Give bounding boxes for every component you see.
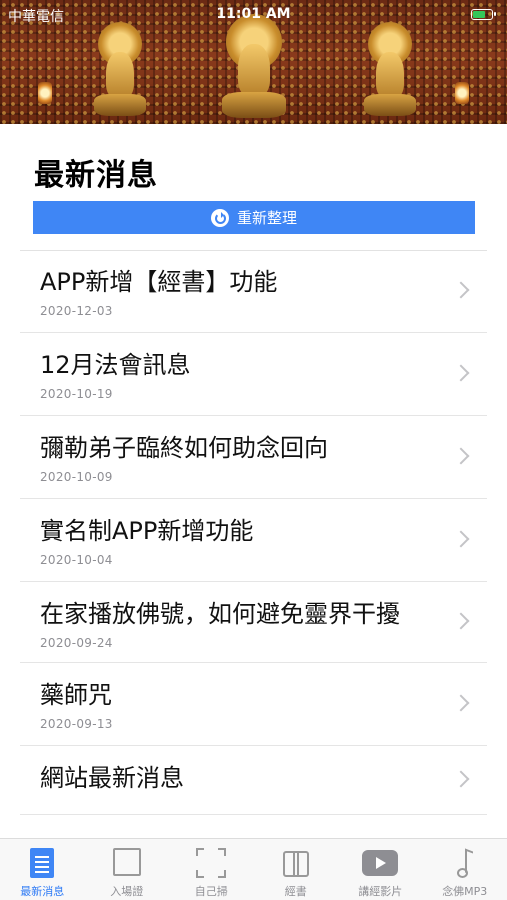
tab-chanting-mp3[interactable]: 念佛MP3	[423, 839, 507, 900]
tab-label: 講經影片	[358, 885, 403, 898]
chevron-right-icon	[452, 612, 470, 630]
left-statue-image	[92, 22, 148, 120]
video-icon	[362, 850, 399, 876]
news-item[interactable]: 藥師咒 2020-09-13	[20, 663, 487, 746]
refresh-button-label: 重新整理	[236, 210, 297, 227]
left-lamp	[38, 82, 52, 104]
news-item-title: 網站最新消息	[40, 764, 184, 792]
chevron-right-icon	[452, 364, 470, 382]
news-item-date: 2020-10-04	[40, 553, 113, 567]
news-item-title: 12月法會訊息	[40, 351, 191, 379]
tab-sermon-videos[interactable]: 講經影片	[338, 839, 423, 900]
news-item[interactable]: 彌勒弟子臨終如何助念回向 2020-10-09	[20, 416, 487, 499]
tab-label: 念佛MP3	[442, 885, 488, 898]
news-list: APP新增【經書】功能 2020-12-03 12月法會訊息 2020-10-1…	[20, 250, 487, 815]
chevron-right-icon	[452, 770, 470, 788]
news-item[interactable]: 12月法會訊息 2020-10-19	[20, 333, 487, 416]
news-item-title: 彌勒弟子臨終如何助念回向	[40, 434, 328, 462]
tab-scriptures[interactable]: 經書	[254, 839, 339, 900]
status-bar: 中華電信 11:01 AM	[0, 0, 507, 28]
tab-self-scan[interactable]: 自己掃	[169, 839, 254, 900]
news-item[interactable]: 在家播放佛號，如何避免靈界干擾 2020-09-24	[20, 582, 487, 663]
tab-label: 自己掃	[194, 885, 228, 898]
battery-icon	[471, 9, 496, 20]
news-item[interactable]: 網站最新消息	[20, 746, 487, 815]
news-item-date: 2020-09-24	[40, 636, 113, 650]
tab-label: 最新消息	[20, 885, 65, 898]
news-icon	[30, 848, 55, 878]
news-item-title: APP新增【經書】功能	[40, 268, 278, 296]
right-statue-image	[362, 22, 418, 120]
news-item-date: 2020-09-13	[40, 717, 113, 731]
right-lamp	[455, 82, 469, 104]
news-item[interactable]: APP新增【經書】功能 2020-12-03	[20, 250, 487, 333]
chevron-right-icon	[452, 694, 470, 712]
badge-icon	[112, 848, 141, 876]
book-icon	[281, 848, 311, 878]
tab-admission-pass[interactable]: 入場證	[85, 839, 170, 900]
chevron-right-icon	[452, 281, 470, 299]
refresh-icon	[210, 208, 229, 227]
news-item[interactable]: 實名制APP新增功能 2020-10-04	[20, 499, 487, 582]
tab-label: 經書	[284, 885, 307, 898]
chevron-right-icon	[452, 447, 470, 465]
clock: 11:01 AM	[216, 6, 291, 22]
tab-label: 入場證	[110, 885, 144, 898]
scan-icon	[196, 848, 227, 878]
page-title: 最新消息	[34, 158, 158, 193]
news-item-title: 在家播放佛號，如何避免靈界干擾	[40, 600, 400, 628]
news-item-title: 藥師咒	[40, 681, 112, 709]
news-item-title: 實名制APP新增功能	[40, 517, 254, 545]
tab-news[interactable]: 最新消息	[0, 839, 85, 900]
chevron-right-icon	[452, 530, 470, 548]
tab-bar: 最新消息 入場證 自己掃 經書 講經影片 念佛MP3	[0, 838, 507, 900]
refresh-button[interactable]: 重新整理	[33, 201, 475, 234]
news-item-date: 2020-12-03	[40, 304, 113, 318]
news-item-date: 2020-10-09	[40, 470, 113, 484]
news-item-date: 2020-10-19	[40, 387, 113, 401]
music-icon	[453, 848, 477, 878]
